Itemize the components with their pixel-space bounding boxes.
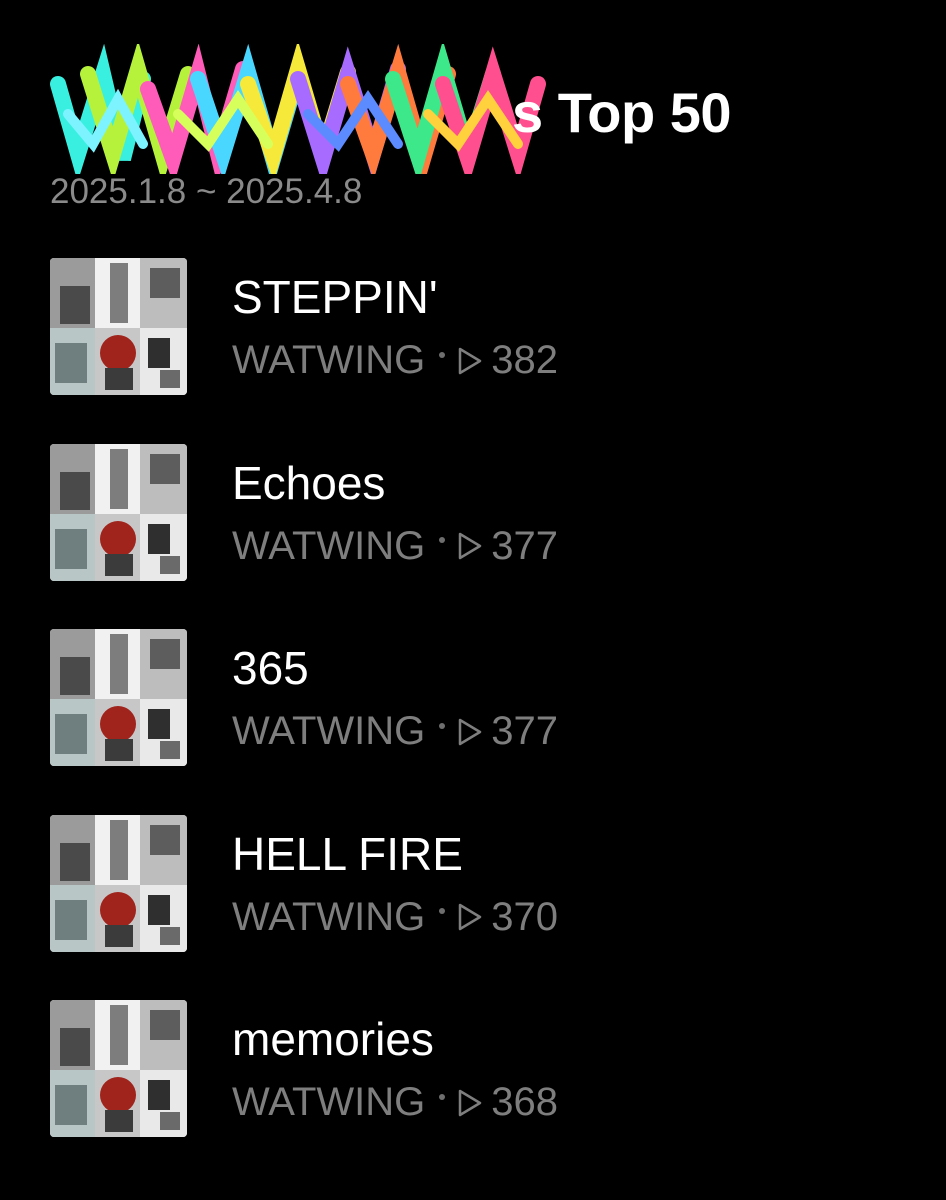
playlist-header: s Top 50 2025.1.8 ~ 2025.4.8 xyxy=(48,44,908,222)
album-cover-collage xyxy=(50,443,187,581)
album-cover xyxy=(50,814,187,952)
track-title: STEPPIN' xyxy=(232,271,438,323)
track-meta: WATWING 370 xyxy=(232,895,558,940)
play-outline-icon xyxy=(459,718,482,745)
track-meta: WATWING 377 xyxy=(232,524,558,569)
album-cover xyxy=(50,443,187,581)
play-outline-icon xyxy=(459,347,482,374)
play-outline-icon xyxy=(459,532,482,560)
album-cover xyxy=(50,258,187,395)
artist-name: WATWING xyxy=(232,709,426,753)
play-outline-icon xyxy=(459,903,482,931)
separator-dot xyxy=(439,722,446,729)
separator-dot xyxy=(439,351,446,358)
track-list: STEPPIN' WATWING 382 Echoes WATWING 377 … xyxy=(50,258,910,1186)
album-cover xyxy=(50,629,187,766)
date-range: 2025.1.8 ~ 2025.4.8 xyxy=(50,172,363,211)
page-title: s Top 50 xyxy=(512,81,732,144)
separator-dot xyxy=(439,908,446,914)
title-row: s Top 50 xyxy=(48,44,908,174)
track-row[interactable]: memories WATWING 368 xyxy=(50,1000,910,1137)
artist-name: WATWING xyxy=(232,523,426,568)
separator-dot xyxy=(439,1093,446,1100)
play-count: 368 xyxy=(491,1080,559,1124)
artist-name: WATWING xyxy=(232,1080,426,1124)
album-cover-collage xyxy=(50,814,187,952)
play-count: 382 xyxy=(491,338,559,382)
album-cover xyxy=(50,1000,187,1137)
track-row[interactable]: STEPPIN' WATWING 382 xyxy=(50,258,910,395)
album-cover-collage xyxy=(50,258,187,395)
track-title: 365 xyxy=(232,642,309,694)
play-count: 377 xyxy=(491,523,559,568)
track-title: HELL FIRE xyxy=(232,827,463,880)
redaction-scribble xyxy=(50,44,546,174)
artist-name: WATWING xyxy=(232,894,426,939)
play-count: 377 xyxy=(491,709,559,753)
track-row[interactable]: HELL FIRE WATWING 370 xyxy=(50,814,910,952)
track-title: memories xyxy=(232,1013,434,1065)
track-meta: WATWING 377 xyxy=(232,709,558,754)
track-row[interactable]: Echoes WATWING 377 xyxy=(50,443,910,581)
album-cover-collage xyxy=(50,1000,187,1137)
separator-dot xyxy=(439,537,446,543)
track-row[interactable]: 365 WATWING 377 xyxy=(50,629,910,766)
artist-name: WATWING xyxy=(232,338,426,382)
album-cover-collage xyxy=(50,629,187,766)
play-count: 370 xyxy=(491,894,559,939)
play-outline-icon xyxy=(459,1089,482,1116)
track-meta: WATWING 382 xyxy=(232,338,558,383)
track-title: Echoes xyxy=(232,456,386,509)
track-meta: WATWING 368 xyxy=(232,1080,558,1125)
